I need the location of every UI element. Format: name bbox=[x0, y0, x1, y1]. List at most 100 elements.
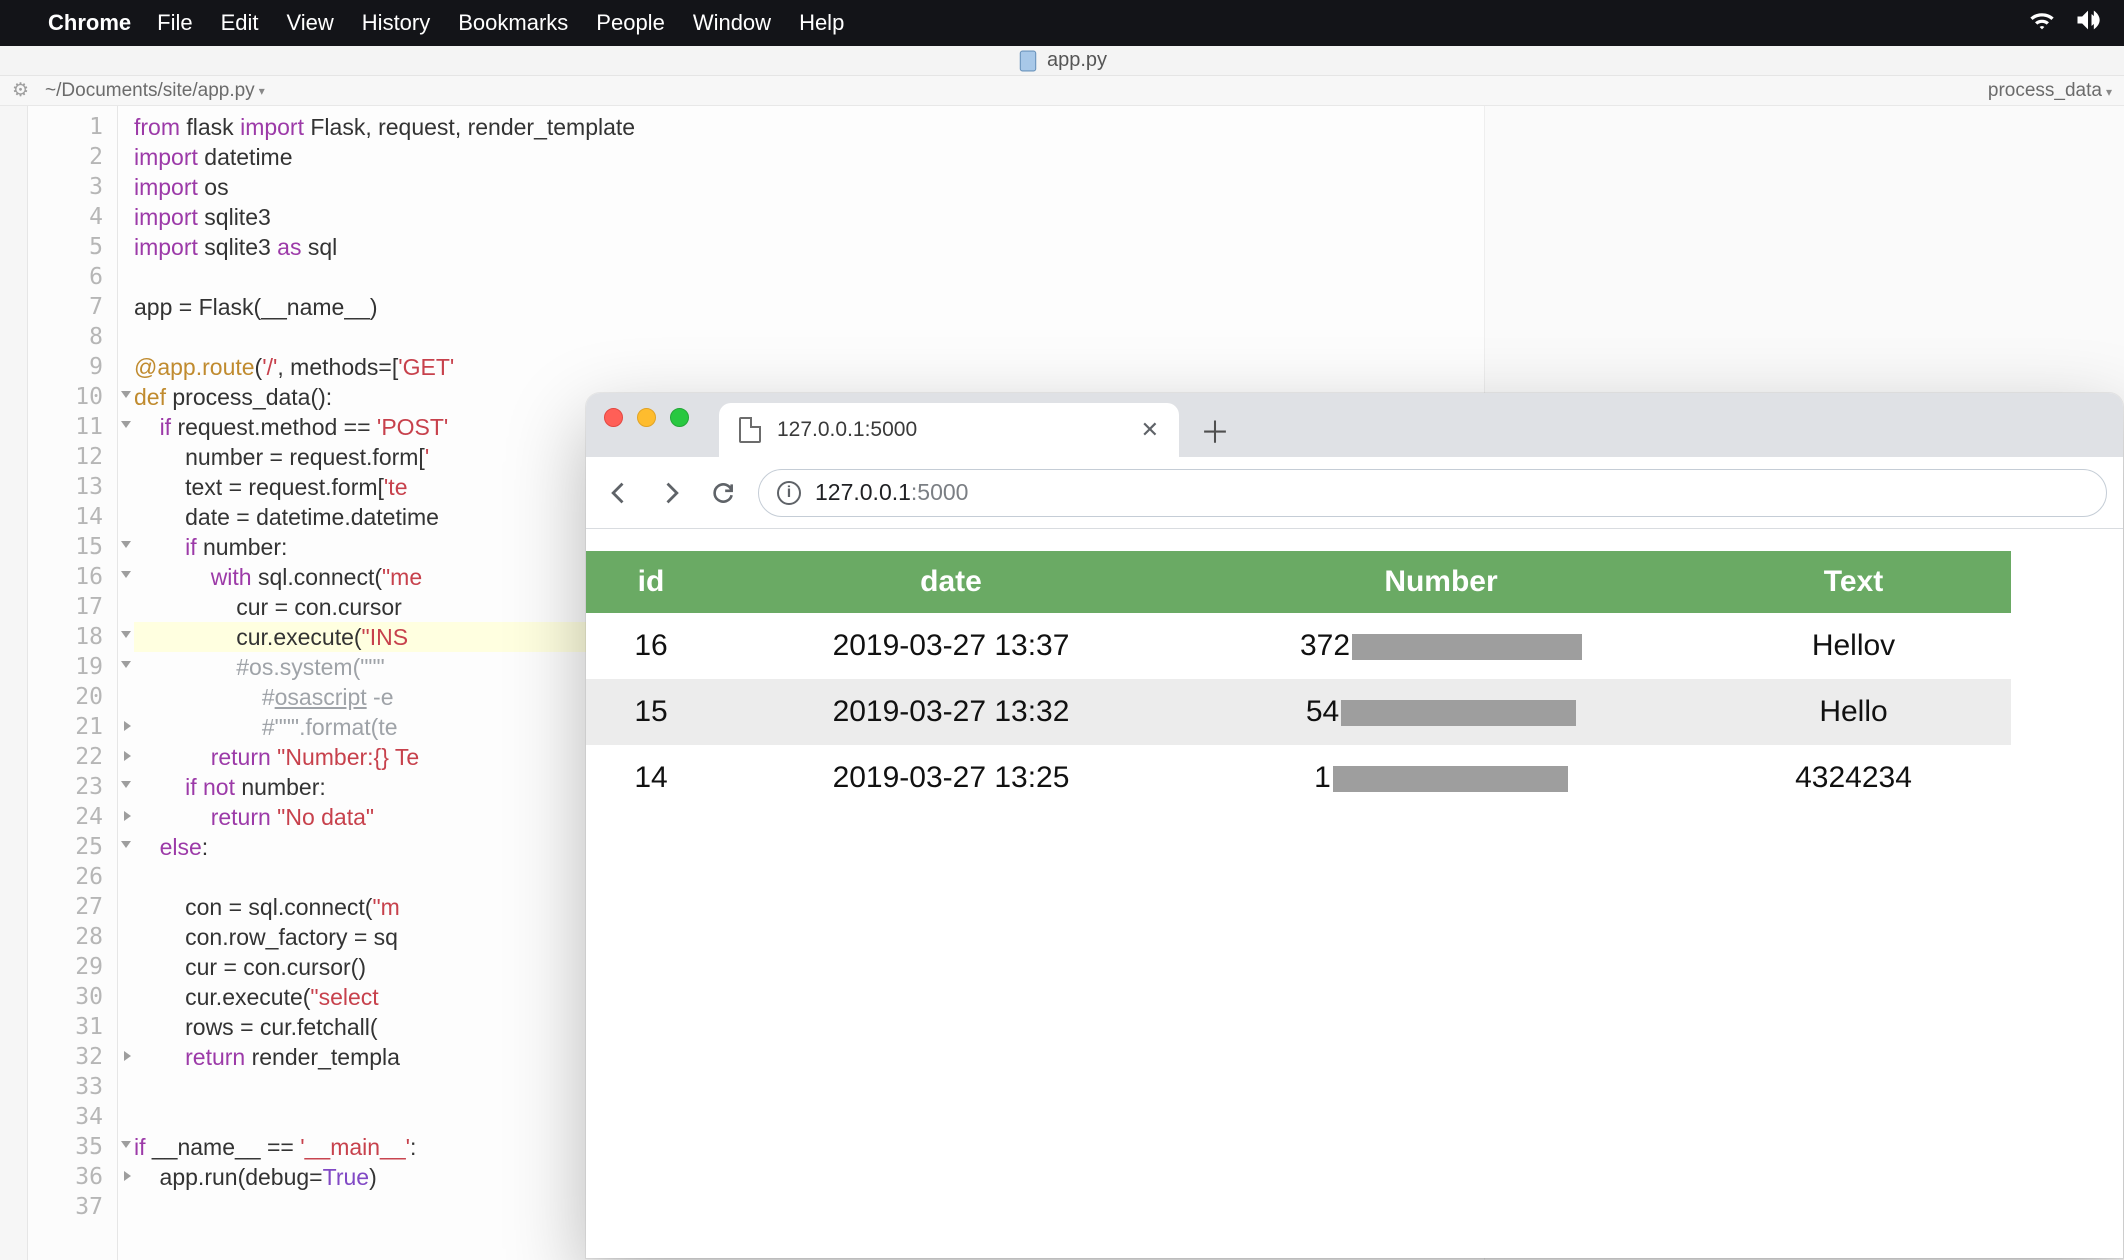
line-number: 6 bbox=[28, 262, 117, 292]
line-number: 33 bbox=[28, 1072, 117, 1102]
menu-bookmarks[interactable]: Bookmarks bbox=[458, 10, 568, 36]
menu-file[interactable]: File bbox=[157, 10, 192, 36]
editor-title: app.py bbox=[1047, 49, 1107, 72]
close-tab-icon[interactable]: ✕ bbox=[1141, 417, 1159, 443]
code-line[interactable]: import os bbox=[134, 172, 1484, 202]
code-line[interactable]: import datetime bbox=[134, 142, 1484, 172]
editor-titlebar: app.py bbox=[0, 46, 2124, 76]
forward-button[interactable] bbox=[654, 476, 688, 510]
site-info-icon[interactable]: i bbox=[777, 481, 801, 505]
code-line[interactable]: import sqlite3 bbox=[134, 202, 1484, 232]
menu-view[interactable]: View bbox=[287, 10, 334, 36]
table-row: 162019-03-27 13:37372Hellov bbox=[586, 613, 2011, 679]
back-button[interactable] bbox=[602, 476, 636, 510]
tab-title: 127.0.0.1:5000 bbox=[777, 418, 917, 442]
table-header-cell: date bbox=[716, 551, 1186, 613]
menu-history[interactable]: History bbox=[362, 10, 430, 36]
gear-icon[interactable]: ⚙ bbox=[12, 79, 29, 102]
line-number: 3 bbox=[28, 172, 117, 202]
line-number: 25 bbox=[28, 832, 117, 862]
page-content: iddateNumberText 162019-03-27 13:37372He… bbox=[586, 529, 2123, 1258]
zoom-window-button[interactable] bbox=[670, 408, 689, 427]
editor-path[interactable]: ~/Documents/site/app.py bbox=[45, 80, 255, 102]
macos-menubar: Chrome File Edit View History Bookmarks … bbox=[0, 0, 2124, 46]
code-line[interactable] bbox=[134, 322, 1484, 352]
wifi-icon[interactable] bbox=[2028, 9, 2056, 37]
code-line[interactable]: from flask import Flask, request, render… bbox=[134, 112, 1484, 142]
table-row: 152019-03-27 13:3254Hello bbox=[586, 679, 2011, 745]
line-number: 35 bbox=[28, 1132, 117, 1162]
table-cell: Hellov bbox=[1696, 613, 2011, 679]
line-number: 11 bbox=[28, 412, 117, 442]
line-number: 8 bbox=[28, 322, 117, 352]
line-number: 27 bbox=[28, 892, 117, 922]
line-number: 26 bbox=[28, 862, 117, 892]
redacted-block bbox=[1333, 766, 1568, 792]
table-cell: 16 bbox=[586, 613, 716, 679]
line-number: 10 bbox=[28, 382, 117, 412]
line-number: 36 bbox=[28, 1162, 117, 1192]
line-number: 16 bbox=[28, 562, 117, 592]
line-number: 19 bbox=[28, 652, 117, 682]
page-file-icon bbox=[739, 417, 761, 443]
table-header-cell: id bbox=[586, 551, 716, 613]
volume-icon[interactable] bbox=[2074, 9, 2102, 37]
code-line[interactable]: import sqlite3 as sql bbox=[134, 232, 1484, 262]
menu-edit[interactable]: Edit bbox=[221, 10, 259, 36]
menu-people[interactable]: People bbox=[596, 10, 665, 36]
line-number: 18 bbox=[28, 622, 117, 652]
line-number: 21 bbox=[28, 712, 117, 742]
line-number: 15 bbox=[28, 532, 117, 562]
minimize-window-button[interactable] bbox=[637, 408, 656, 427]
table-cell: 2019-03-27 13:37 bbox=[716, 613, 1186, 679]
table-cell: 2019-03-27 13:25 bbox=[716, 745, 1186, 811]
chrome-toolbar: i 127.0.0.1:5000 bbox=[586, 457, 2123, 529]
line-number: 13 bbox=[28, 472, 117, 502]
line-number: 20 bbox=[28, 682, 117, 712]
table-cell: Hello bbox=[1696, 679, 2011, 745]
line-number: 1 bbox=[28, 112, 117, 142]
line-number: 2 bbox=[28, 142, 117, 172]
table-cell: 15 bbox=[586, 679, 716, 745]
line-number: 23 bbox=[28, 772, 117, 802]
browser-tab[interactable]: 127.0.0.1:5000 ✕ bbox=[719, 403, 1179, 457]
table-row: 142019-03-27 13:2514324234 bbox=[586, 745, 2011, 811]
editor-fold-strip bbox=[0, 106, 28, 1260]
table-header-row: iddateNumberText bbox=[586, 551, 2011, 613]
line-number: 24 bbox=[28, 802, 117, 832]
line-number: 34 bbox=[28, 1102, 117, 1132]
line-number: 22 bbox=[28, 742, 117, 772]
redacted-block bbox=[1341, 700, 1576, 726]
editor-pathbar: ⚙ ~/Documents/site/app.py▾ process_data▾ bbox=[0, 76, 2124, 106]
line-number: 30 bbox=[28, 982, 117, 1012]
code-line[interactable]: @app.route('/', methods=['GET' bbox=[134, 352, 1484, 382]
line-number: 14 bbox=[28, 502, 117, 532]
table-cell: 54 bbox=[1186, 679, 1696, 745]
menu-help[interactable]: Help bbox=[799, 10, 844, 36]
line-number: 7 bbox=[28, 292, 117, 322]
line-number: 4 bbox=[28, 202, 117, 232]
chrome-tabstrip: 127.0.0.1:5000 ✕ ＋ bbox=[586, 393, 2123, 457]
code-line[interactable] bbox=[134, 262, 1484, 292]
chrome-window: 127.0.0.1:5000 ✕ ＋ i 127.0.0.1:5000 idda… bbox=[586, 393, 2123, 1258]
table-cell: 1 bbox=[1186, 745, 1696, 811]
line-number: 28 bbox=[28, 922, 117, 952]
menu-window[interactable]: Window bbox=[693, 10, 771, 36]
address-bar[interactable]: i 127.0.0.1:5000 bbox=[758, 469, 2107, 517]
line-number: 9 bbox=[28, 352, 117, 382]
line-number: 31 bbox=[28, 1012, 117, 1042]
editor-gutter: 1234567891011121314151617181920212223242… bbox=[28, 106, 118, 1260]
data-table: iddateNumberText 162019-03-27 13:37372He… bbox=[586, 551, 2011, 811]
close-window-button[interactable] bbox=[604, 408, 623, 427]
table-header-cell: Text bbox=[1696, 551, 2011, 613]
editor-function-indicator[interactable]: process_data bbox=[1988, 80, 2102, 101]
menubar-app-name[interactable]: Chrome bbox=[48, 10, 131, 36]
python-file-icon bbox=[1017, 50, 1039, 72]
new-tab-button[interactable]: ＋ bbox=[1193, 408, 1237, 452]
code-line[interactable]: app = Flask(__name__) bbox=[134, 292, 1484, 322]
url-host: 127.0.0.1 bbox=[815, 479, 911, 505]
table-cell: 14 bbox=[586, 745, 716, 811]
redacted-block bbox=[1352, 634, 1582, 660]
reload-button[interactable] bbox=[706, 476, 740, 510]
table-cell: 4324234 bbox=[1696, 745, 2011, 811]
